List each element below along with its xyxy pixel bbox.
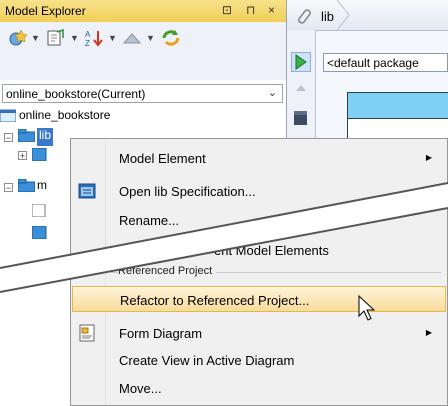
package-field[interactable]: <default package — [323, 53, 448, 72]
tree-item-lib[interactable]: lib — [37, 128, 54, 146]
dropdown-arrow-icon[interactable]: ▼ — [108, 33, 117, 43]
menu-item-label: Model Element — [119, 151, 206, 166]
chevron-down-icon: ⌄ — [267, 87, 277, 99]
class-icon — [32, 148, 47, 161]
pin-icon[interactable]: ⊡ — [222, 3, 232, 17]
selector-tool[interactable] — [291, 52, 311, 72]
class-shape-header — [348, 93, 448, 119]
menu-item-rename[interactable]: Rename... — [72, 207, 446, 233]
tree-item-root[interactable]: online_bookstore — [0, 108, 110, 126]
close-icon[interactable]: × — [268, 3, 275, 17]
refresh-icon[interactable] — [160, 28, 182, 48]
section-label-referenced-project: Referenced Project — [118, 265, 217, 277]
open-spec-icon — [78, 183, 96, 199]
scroll-up-icon[interactable] — [291, 78, 311, 98]
form-diagram-icon — [79, 324, 95, 342]
up-icon[interactable] — [121, 28, 143, 48]
menu-item-refactor-to-referenced-project[interactable]: Refactor to Referenced Project... — [72, 286, 446, 312]
package-folder-icon — [18, 129, 35, 142]
dropdown-arrow-icon[interactable]: ▼ — [31, 33, 40, 43]
menu-item-label: Form Diagram — [119, 326, 203, 341]
submenu-arrow-icon: ▶ — [425, 328, 432, 337]
project-select[interactable]: online_bookstore(Current) ⌄ — [2, 84, 283, 103]
menu-item-move[interactable]: Move... — [72, 375, 446, 401]
menu-item-open-specification[interactable]: Open lib Specification... — [72, 178, 446, 204]
project-icon — [0, 109, 16, 123]
menu-item-model-element[interactable]: Model Element ▶ — [72, 145, 446, 171]
package-folder-icon — [18, 179, 35, 192]
tree-item-model[interactable]: m — [37, 178, 47, 196]
menu-item-form-diagram[interactable]: Form Diagram ▶ — [72, 320, 446, 346]
package-field-value: <default package — [327, 56, 419, 70]
sort-icon[interactable]: A Z — [84, 28, 106, 48]
class-icon — [32, 226, 47, 239]
dock-icon[interactable]: ⊓ — [246, 3, 255, 17]
model-explorer-title-bar: Model Explorer ⊡ ⊓ × — [0, 0, 286, 23]
expand-icon[interactable]: + — [18, 151, 27, 161]
menu-item-label: Refactor to Referenced Project... — [120, 293, 310, 308]
menu-item-label: ent Model Elements — [214, 243, 329, 258]
mouse-cursor-icon — [358, 294, 376, 321]
dropdown-arrow-icon[interactable]: ▼ — [146, 33, 155, 43]
menu-item-select-parent[interactable]: ent Model Elements — [72, 237, 446, 263]
export-icon[interactable] — [45, 28, 67, 48]
breadcrumb-separator — [337, 0, 350, 30]
breadcrumb-item-lib[interactable]: lib — [321, 9, 334, 24]
menu-item-label: Create View in Active Diagram — [119, 353, 295, 368]
menu-item-label: Move... — [119, 381, 162, 396]
svg-text:A: A — [85, 30, 91, 39]
menu-item-label: Rename... — [119, 213, 179, 228]
breadcrumb: lib — [287, 0, 448, 31]
collapse-icon[interactable]: − — [4, 133, 13, 143]
tree-item-lib-label: lib — [39, 128, 52, 142]
dropdown-arrow-icon[interactable]: ▼ — [70, 33, 79, 43]
tree-item-model-label: m — [37, 178, 47, 192]
new-diagram-icon[interactable] — [6, 28, 28, 48]
project-select-value: online_bookstore(Current) — [6, 87, 146, 101]
submenu-arrow-icon: ▶ — [425, 153, 432, 162]
svg-text:Z: Z — [85, 39, 90, 48]
context-menu: Model Element ▶ Open lib Specification..… — [70, 138, 448, 406]
diagram-icon — [32, 204, 46, 217]
explorer-toolbar: ▼ ▼ A Z ▼ ▼ — [0, 22, 286, 80]
selector-icon — [295, 54, 307, 70]
menu-item-create-view[interactable]: Create View in Active Diagram — [72, 347, 446, 373]
model-explorer-title: Model Explorer — [5, 4, 86, 18]
menu-item-label: Open lib Specification... — [119, 184, 256, 199]
collapse-icon[interactable]: − — [4, 183, 13, 193]
tree-item-root-label: online_bookstore — [19, 108, 111, 122]
class-tool-icon[interactable] — [291, 108, 311, 128]
link-icon — [298, 9, 311, 24]
